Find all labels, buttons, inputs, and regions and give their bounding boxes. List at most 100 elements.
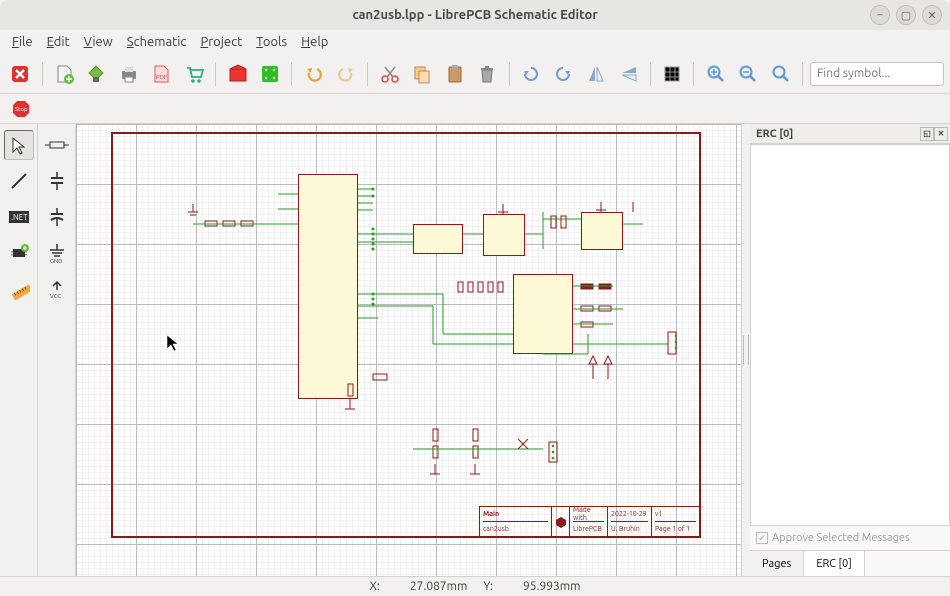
title-block-date: 2022-10-29: [611, 507, 648, 522]
menu-view[interactable]: View: [78, 33, 119, 51]
minimize-button[interactable]: –: [870, 5, 890, 25]
tools-palette-2: GND VCC: [38, 124, 76, 576]
title-block-main: Main: [483, 507, 548, 522]
menu-project[interactable]: Project: [194, 33, 248, 51]
gnd-symbol-button[interactable]: GND: [42, 238, 72, 268]
close-project-icon: [9, 63, 31, 85]
erc-panel: ERC [0] ◱ ✕ ✔ Approve Selected Messages …: [750, 124, 950, 576]
add-component-tool[interactable]: [4, 238, 34, 268]
svg-text:.NET: .NET: [11, 213, 28, 222]
netlabel-tool[interactable]: .NET: [4, 202, 34, 232]
save-button[interactable]: [82, 59, 111, 89]
capacitor-symbol-button[interactable]: [42, 166, 72, 196]
splitter-handle[interactable]: [742, 124, 750, 576]
window-controls: – ▢ ✕: [870, 5, 942, 25]
rotate-ccw-button[interactable]: [517, 59, 546, 89]
maximize-button[interactable]: ▢: [896, 5, 916, 25]
approve-checkbox[interactable]: ✔: [756, 532, 768, 544]
schematic-canvas[interactable]: Main can2usb Made with LibrePCB 2022-10-…: [76, 124, 742, 576]
svg-text:Stop: Stop: [15, 106, 28, 113]
close-project-button[interactable]: [6, 59, 35, 89]
tools-palette-1: .NET: [0, 124, 38, 576]
svg-text:VCC: VCC: [50, 293, 61, 300]
window-title: can2usb.lpp - LibrePCB Schematic Editor: [352, 8, 597, 22]
title-block-project: can2usb: [483, 522, 509, 537]
select-tool[interactable]: [4, 130, 34, 160]
mirror-v-button[interactable]: [614, 59, 643, 89]
close-button[interactable]: ✕: [922, 5, 942, 25]
cap-pol-icon: [47, 208, 67, 226]
mirror-v-icon: [619, 64, 639, 84]
wire-tool[interactable]: [4, 166, 34, 196]
menu-edit[interactable]: Edit: [41, 33, 76, 51]
resistor-icon: [45, 139, 69, 151]
grid-icon: [662, 64, 682, 84]
board-editor-icon: [259, 63, 281, 85]
new-sheet-icon: [53, 63, 75, 85]
panel-float-button[interactable]: ◱: [920, 127, 934, 141]
resistor-symbol-button[interactable]: [42, 130, 72, 160]
paste-button[interactable]: [441, 59, 470, 89]
statusbar: X: 27.087mm Y: 95.993mm: [0, 576, 950, 596]
print-icon: [118, 63, 140, 85]
mirror-h-button[interactable]: [582, 59, 611, 89]
schematic-artwork: [113, 134, 703, 540]
menu-help[interactable]: Help: [295, 33, 334, 51]
cursor-icon: [9, 135, 29, 155]
gnd-icon: GND: [47, 242, 67, 264]
title-block-app: LibrePCB: [573, 522, 602, 537]
schematic-editor-button[interactable]: [223, 59, 252, 89]
schematic-frame: Main can2usb Made with LibrePCB 2022-10-…: [111, 132, 701, 538]
librepcb-logo-icon: [555, 516, 566, 528]
find-symbol-input[interactable]: [810, 62, 944, 86]
zoom-in-button[interactable]: [701, 59, 730, 89]
inductor-symbol-button[interactable]: [42, 202, 72, 232]
tab-erc[interactable]: ERC [0]: [804, 551, 864, 576]
erc-message-list[interactable]: [750, 144, 950, 526]
tab-pages[interactable]: Pages: [750, 551, 804, 576]
cut-button[interactable]: [375, 59, 404, 89]
chip-icon: [8, 242, 30, 264]
rotate-cw-button[interactable]: [549, 59, 578, 89]
approve-row: ✔ Approve Selected Messages: [750, 526, 950, 550]
mirror-h-icon: [586, 64, 606, 84]
menu-schematic[interactable]: Schematic: [121, 33, 193, 51]
title-block-rev: v1: [655, 507, 696, 522]
print-button[interactable]: [115, 59, 144, 89]
panel-close-button[interactable]: ✕: [934, 127, 948, 141]
cut-icon: [379, 63, 401, 85]
main-toolbar: PDF: [0, 54, 950, 94]
paste-icon: [444, 63, 466, 85]
new-sheet-button[interactable]: [50, 59, 79, 89]
wire-icon: [9, 171, 29, 191]
status-y-label: Y:: [483, 580, 493, 593]
redo-button[interactable]: [332, 59, 361, 89]
zoom-out-button[interactable]: [734, 59, 763, 89]
svg-text:PDF: PDF: [156, 74, 167, 81]
undo-button[interactable]: [299, 59, 328, 89]
menu-tools[interactable]: Tools: [250, 33, 293, 51]
schematic-editor-icon: [227, 63, 249, 85]
abort-button[interactable]: Stop: [6, 94, 36, 124]
capacitor-icon: [47, 172, 67, 190]
panel-tabs: Pages ERC [0]: [750, 550, 950, 576]
zoom-fit-button[interactable]: [766, 59, 795, 89]
copy-button[interactable]: [408, 59, 437, 89]
measure-tool[interactable]: [4, 274, 34, 304]
delete-button[interactable]: [473, 59, 502, 89]
zoom-out-icon: [738, 64, 758, 84]
ruler-icon: [8, 278, 30, 300]
erc-panel-title: ERC [0]: [756, 128, 793, 140]
export-pdf-button[interactable]: PDF: [147, 59, 176, 89]
order-pcb-button[interactable]: [180, 59, 209, 89]
save-icon: [85, 63, 107, 85]
erc-panel-header: ERC [0] ◱ ✕: [750, 124, 950, 144]
rotate-cw-icon: [553, 64, 573, 84]
board-editor-button[interactable]: [256, 59, 285, 89]
status-x-label: X:: [370, 580, 380, 593]
grid-button[interactable]: [658, 59, 687, 89]
titlebar: can2usb.lpp - LibrePCB Schematic Editor …: [0, 0, 950, 30]
vcc-symbol-button[interactable]: VCC: [42, 274, 72, 304]
zoom-fit-icon: [771, 64, 791, 84]
menu-file[interactable]: File: [6, 33, 39, 51]
